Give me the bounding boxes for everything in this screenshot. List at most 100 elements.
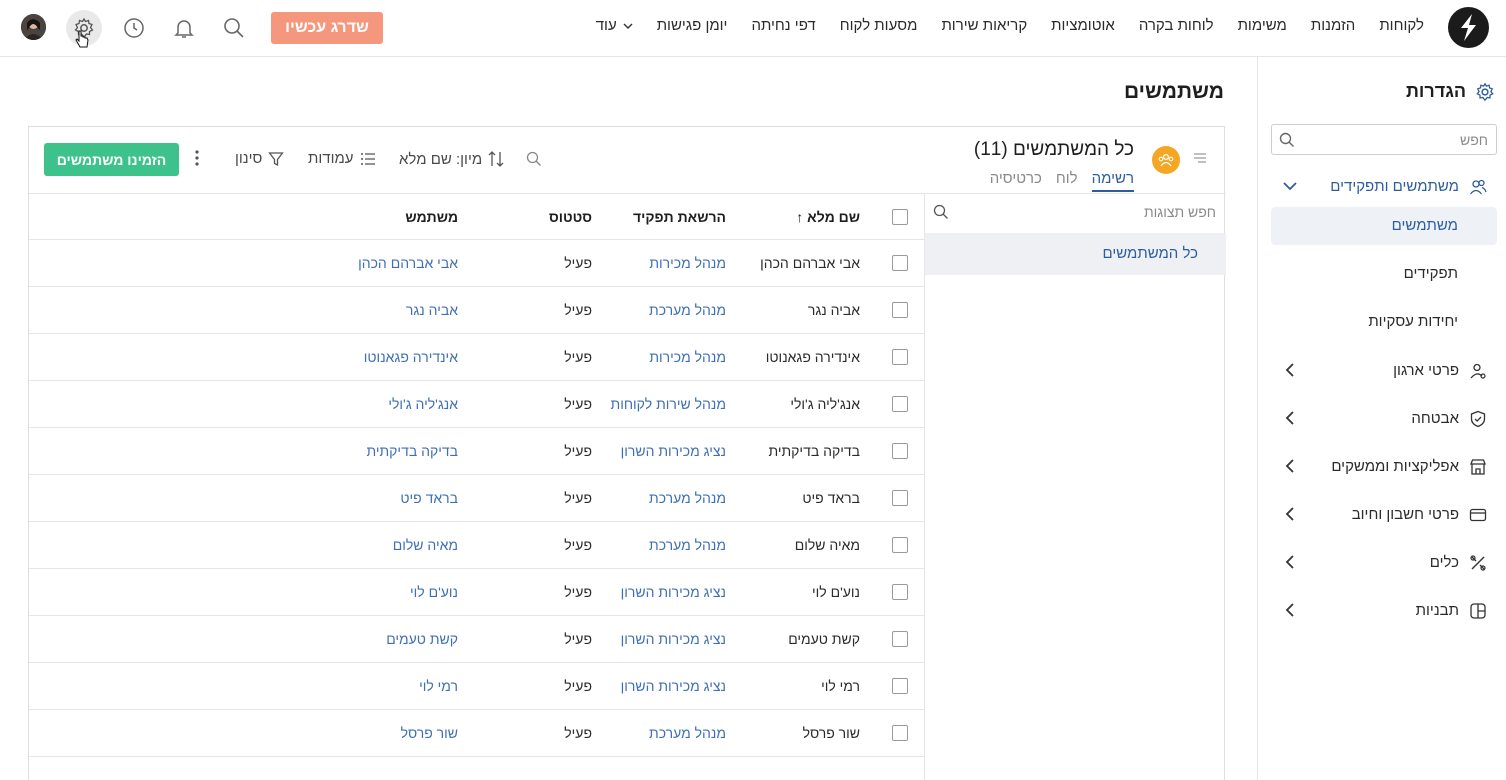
clock-icon[interactable] bbox=[120, 14, 148, 42]
row-checkbox[interactable] bbox=[892, 302, 908, 318]
nav-item-automations[interactable]: אוטומציות bbox=[1051, 16, 1115, 36]
table-body: אבי אברהם הכהן מנהל מכירות פעיל אבי אברהם ה… bbox=[29, 240, 924, 757]
tab-list[interactable]: רשימה bbox=[1091, 170, 1134, 192]
mouse-cursor-icon bbox=[75, 30, 89, 48]
chevron-left-icon bbox=[1285, 363, 1294, 377]
sidebar-group-billing[interactable]: פרטי חשבון וחיוב bbox=[1258, 500, 1506, 530]
column-header-role[interactable]: הרשאת תפקיד bbox=[633, 209, 726, 225]
row-checkbox[interactable] bbox=[892, 255, 908, 271]
cell-user-link[interactable]: אנג'ליה ג'ולי bbox=[388, 396, 458, 412]
table-row[interactable]: אבי אברהם הכהן מנהל מכירות פעיל אבי אברהם ה… bbox=[29, 240, 924, 287]
settings-search-input[interactable] bbox=[1298, 125, 1488, 154]
cell-user-link[interactable]: נוע'ם לוי bbox=[410, 584, 458, 600]
cell-user-link[interactable]: בדיקה בדיקתית bbox=[366, 443, 458, 459]
sort-icon bbox=[488, 151, 504, 167]
view-item-all-users[interactable]: כל המשתמשים bbox=[925, 233, 1226, 275]
table-row[interactable]: בדיקה בדיקתית נציג מכירות השרון פעיל בדיקה … bbox=[29, 428, 924, 475]
users-icon bbox=[1469, 179, 1487, 195]
nav-item-tasks[interactable]: משימות bbox=[1238, 16, 1287, 36]
sidebar-group-security[interactable]: אבטחה bbox=[1258, 404, 1506, 434]
list-title: כל המשתמשים (11) bbox=[973, 139, 1134, 160]
cell-role-link[interactable]: מנהל מכירות bbox=[649, 255, 726, 271]
table-row[interactable]: קשת טעמים נציג מכירות השרון פעיל קשת טעמים bbox=[29, 616, 924, 663]
table-row[interactable]: אביה נגר מנהל מערכת פעיל אביה נגר bbox=[29, 287, 924, 334]
sidebar-item-users[interactable]: משתמשים bbox=[1271, 207, 1497, 245]
settings-gear-button[interactable] bbox=[66, 10, 102, 48]
cell-role-link[interactable]: מנהל מערכת bbox=[649, 537, 726, 553]
row-checkbox[interactable] bbox=[892, 396, 908, 412]
cell-role-link[interactable]: נציג מכירות השרון bbox=[621, 584, 726, 600]
more-options-icon[interactable] bbox=[194, 149, 200, 167]
cell-role-link[interactable]: נציג מכירות השרון bbox=[621, 678, 726, 694]
chevron-down-icon bbox=[623, 23, 633, 29]
table-row[interactable]: נוע'ם לוי נציג מכירות השרון פעיל נוע'ם לוי bbox=[29, 569, 924, 616]
select-all-checkbox[interactable] bbox=[892, 209, 908, 225]
row-checkbox[interactable] bbox=[892, 349, 908, 365]
nav-item-service-tickets[interactable]: קריאות שירות bbox=[941, 16, 1027, 36]
columns-button[interactable]: עמודות bbox=[308, 150, 376, 167]
sidebar-group-organization[interactable]: פרטי ארגון bbox=[1258, 356, 1506, 386]
row-checkbox[interactable] bbox=[892, 678, 908, 694]
cell-role-link[interactable]: נציג מכירות השרון bbox=[621, 443, 726, 459]
column-header-name[interactable]: ↑ שם מלא bbox=[796, 209, 860, 225]
list-menu-icon[interactable] bbox=[1193, 152, 1207, 164]
row-checkbox[interactable] bbox=[892, 631, 908, 647]
column-header-user[interactable]: משתמש bbox=[405, 209, 458, 225]
invite-users-button[interactable]: הזמינו משתמשים bbox=[44, 143, 179, 176]
cell-role-link[interactable]: מנהל שירות לקוחות bbox=[611, 396, 726, 412]
views-search-input[interactable] bbox=[976, 199, 1216, 225]
sidebar-group-users-roles[interactable]: משתמשים ותפקידים bbox=[1258, 172, 1506, 202]
nav-more-menu[interactable]: עוד bbox=[596, 16, 633, 36]
cell-user-link[interactable]: רמי לוי bbox=[419, 678, 458, 694]
sidebar-item-business-units[interactable]: יחידות עסקיות bbox=[1271, 303, 1497, 341]
cell-full-name: בראד פיט bbox=[802, 490, 860, 506]
cell-user-link[interactable]: בראד פיט bbox=[400, 490, 458, 506]
bell-icon[interactable] bbox=[170, 14, 198, 42]
nav-item-orders[interactable]: הזמנות bbox=[1311, 16, 1355, 36]
users-table: ↑ שם מלא הרשאת תפקיד סטטוס משתמש אבי אבר… bbox=[29, 194, 924, 757]
table-row[interactable]: אינדירה פגאנוטו מנהל מכירות פעיל אינדירה פג… bbox=[29, 334, 924, 381]
table-row[interactable]: רמי לוי נציג מכירות השרון פעיל רמי לוי bbox=[29, 663, 924, 710]
cell-role-link[interactable]: נציג מכירות השרון bbox=[621, 631, 726, 647]
cell-role-link[interactable]: מנהל מכירות bbox=[649, 349, 726, 365]
sort-button[interactable]: מיון: שם מלא bbox=[399, 150, 504, 168]
cell-role-link[interactable]: מנהל מערכת bbox=[649, 302, 726, 318]
row-checkbox[interactable] bbox=[892, 725, 908, 741]
cell-user-link[interactable]: מאיה שלום bbox=[393, 537, 458, 553]
nav-item-customers[interactable]: לקוחות bbox=[1379, 16, 1424, 36]
cell-user-link[interactable]: שור פרסל bbox=[401, 725, 458, 741]
column-header-status[interactable]: סטטוס bbox=[549, 209, 592, 225]
cell-user-link[interactable]: אביה נגר bbox=[406, 302, 458, 318]
upgrade-button[interactable]: שדרג עכשיו bbox=[271, 12, 383, 44]
table-row[interactable]: בראד פיט מנהל מערכת פעיל בראד פיט bbox=[29, 475, 924, 522]
filter-button[interactable]: סינון bbox=[235, 150, 285, 167]
cell-role-link[interactable]: מנהל מערכת bbox=[649, 725, 726, 741]
search-icon[interactable] bbox=[526, 151, 542, 167]
nav-item-dashboards[interactable]: לוחות בקרה bbox=[1139, 16, 1214, 36]
table-row[interactable]: אנג'ליה ג'ולי מנהל שירות לקוחות פעיל אנג'לי… bbox=[29, 381, 924, 428]
sidebar-group-templates[interactable]: תבניות bbox=[1258, 596, 1506, 626]
user-avatar[interactable] bbox=[21, 14, 46, 40]
tab-cards[interactable]: כרטיסיה bbox=[990, 170, 1042, 192]
row-checkbox[interactable] bbox=[892, 537, 908, 553]
table-row[interactable]: מאיה שלום מנהל מערכת פעיל מאיה שלום bbox=[29, 522, 924, 569]
app-logo[interactable] bbox=[1448, 7, 1489, 48]
cell-user-link[interactable]: אינדירה פגאנוטו bbox=[364, 349, 458, 365]
sidebar-group-apps[interactable]: אפליקציות וממשקים bbox=[1258, 452, 1506, 482]
sidebar-group-tools[interactable]: כלים bbox=[1258, 548, 1506, 578]
cell-status: פעיל bbox=[564, 396, 592, 412]
nav-item-customer-journeys[interactable]: מסעות לקוח bbox=[840, 16, 918, 36]
cell-user-link[interactable]: אבי אברהם הכהן bbox=[358, 255, 458, 271]
nav-item-landing-pages[interactable]: דפי נחיתה bbox=[751, 16, 815, 36]
row-checkbox[interactable] bbox=[892, 490, 908, 506]
table-row[interactable]: שור פרסל מנהל מערכת פעיל שור פרסל bbox=[29, 710, 924, 757]
cell-role-link[interactable]: מנהל מערכת bbox=[649, 490, 726, 506]
tab-board[interactable]: לוח bbox=[1056, 170, 1078, 192]
nav-item-meetings[interactable]: יומן פגישות bbox=[657, 16, 728, 36]
row-checkbox[interactable] bbox=[892, 443, 908, 459]
search-icon[interactable] bbox=[220, 14, 248, 42]
sidebar-group-label: אבטחה bbox=[1411, 410, 1459, 427]
cell-user-link[interactable]: קשת טעמים bbox=[386, 631, 458, 647]
row-checkbox[interactable] bbox=[892, 584, 908, 600]
sidebar-item-roles[interactable]: תפקידים bbox=[1271, 255, 1497, 293]
